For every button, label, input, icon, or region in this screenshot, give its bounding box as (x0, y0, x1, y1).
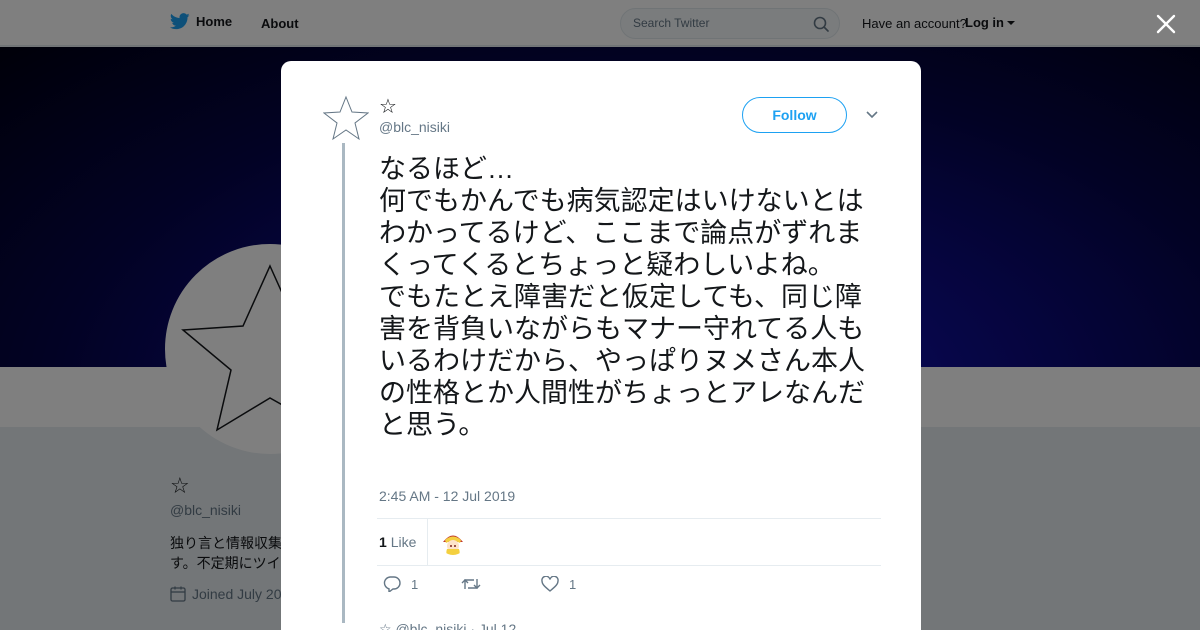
tweet-author-name[interactable]: ☆ (379, 94, 397, 119)
like-button[interactable]: 1 (541, 576, 576, 592)
tweet-text: なるほど… 何でもかんでも病気認定はいけないとはわかってるけど、ここまで論点がず… (379, 154, 865, 440)
reply-button[interactable]: 1 (383, 576, 418, 592)
tweet-modal: ☆ @blc_nisiki Follow なるほど… 何でもかんでも病気認定はい… (281, 61, 921, 630)
tweet-actions: 1 1 (381, 576, 781, 600)
retweet-icon (461, 579, 481, 589)
next-tweet-preview[interactable]: ☆ @blc_nisiki · Jul 12 (379, 621, 516, 630)
likes-row: 1 Like (377, 518, 881, 566)
chevron-down-icon[interactable] (865, 108, 879, 122)
tweet-timestamp[interactable]: 2:45 AM - 12 Jul 2019 (379, 488, 515, 504)
likes-divider (427, 519, 428, 565)
thread-line (342, 143, 345, 623)
likes-count: 1 (379, 534, 387, 550)
close-icon[interactable] (1154, 12, 1178, 36)
liker-avatar[interactable] (440, 529, 466, 555)
retweet-button[interactable] (461, 576, 491, 592)
follow-button[interactable]: Follow (742, 97, 847, 133)
tweet-author-handle[interactable]: @blc_nisiki (379, 119, 450, 135)
reply-icon (383, 576, 401, 592)
heart-icon (541, 576, 559, 592)
like-count: 1 (569, 576, 577, 592)
likes-summary[interactable]: 1 Like (379, 534, 416, 550)
reply-count: 1 (411, 576, 419, 592)
likes-label: Like (390, 534, 417, 550)
tweet-author-avatar[interactable] (323, 95, 369, 141)
